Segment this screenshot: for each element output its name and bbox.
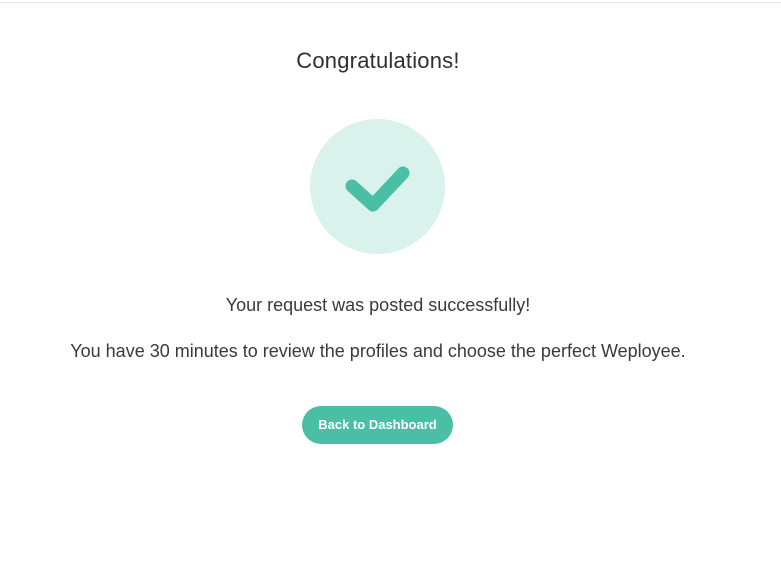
checkmark-icon [345, 166, 410, 212]
top-divider [0, 2, 781, 3]
review-instructions: You have 30 minutes to review the profil… [70, 341, 686, 361]
page-title: Congratulations! [296, 48, 460, 73]
success-badge [310, 119, 445, 254]
success-message: Your request was posted successfully! [225, 295, 531, 315]
back-to-dashboard-button[interactable]: Back to Dashboard [302, 406, 453, 444]
